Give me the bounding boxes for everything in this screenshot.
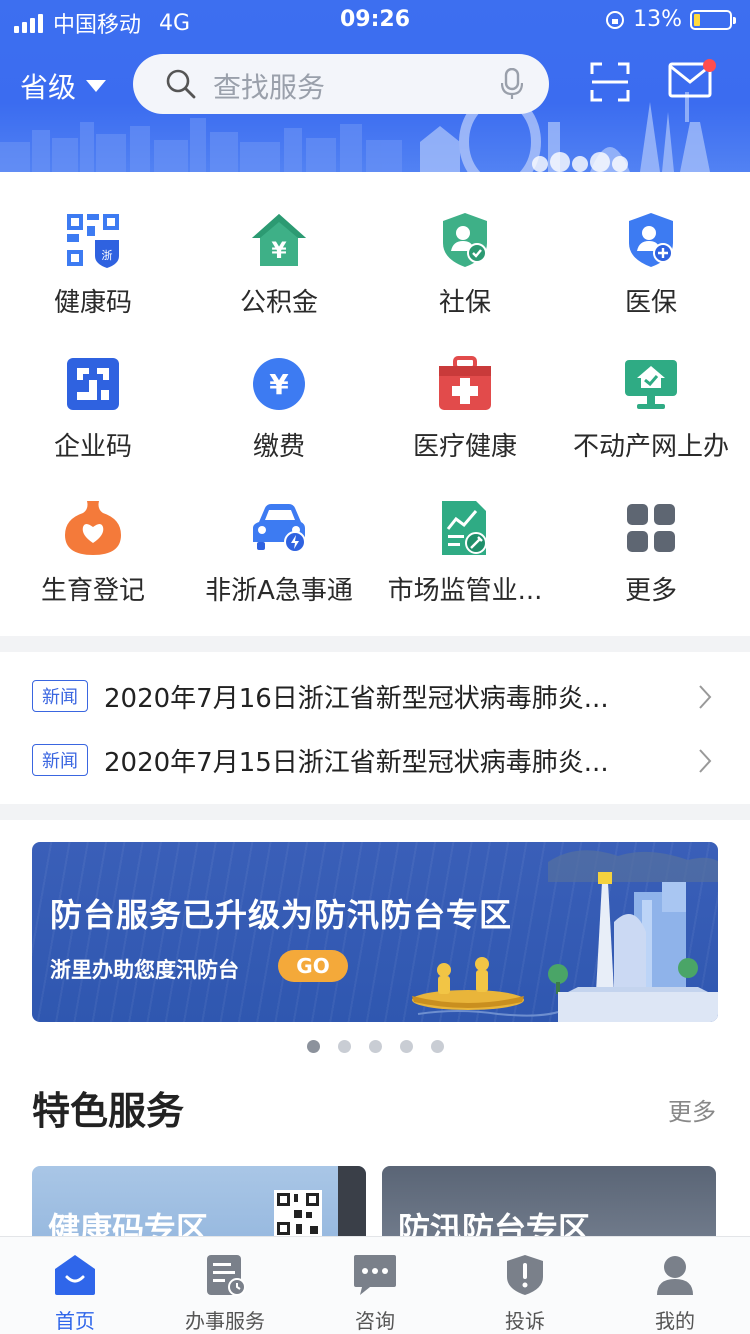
service-label: 非浙A急事通 <box>205 576 353 606</box>
service-social-security[interactable]: 社保 <box>372 210 558 354</box>
tab-services[interactable]: 办事服务 <box>150 1237 300 1334</box>
news-tag: 新闻 <box>32 680 88 712</box>
profile-icon <box>657 1256 693 1295</box>
enterprise-code-icon <box>67 358 119 410</box>
tab-label: 投诉 <box>505 1309 545 1333</box>
news-tag: 新闻 <box>32 744 88 776</box>
tab-home[interactable]: 首页 <box>0 1237 150 1334</box>
promo-banner[interactable]: 防台服务已升级为防汛防台专区 浙里办助您度汛防台 GO <box>32 842 718 1022</box>
region-label: 省级 <box>20 71 77 104</box>
banner-subtitle: 浙里办助您度汛防台 <box>50 958 239 982</box>
service-label: 公积金 <box>239 288 318 318</box>
chat-icon <box>354 1255 396 1295</box>
svg-text:¥: ¥ <box>271 239 287 264</box>
service-enterprise-code[interactable]: 企业码 <box>0 354 186 498</box>
home-icon <box>55 1255 95 1295</box>
service-label: 更多 <box>624 576 677 606</box>
news-title: 2020年7月15日浙江省新型冠状病毒肺炎... <box>104 747 609 778</box>
service-more[interactable]: 更多 <box>558 498 744 642</box>
service-label: 企业码 <box>53 432 132 462</box>
tab-mine[interactable]: 我的 <box>600 1237 750 1334</box>
tab-label: 首页 <box>55 1309 95 1333</box>
carousel-indicator <box>0 1040 750 1053</box>
scan-icon[interactable] <box>590 62 630 102</box>
real-estate-icon <box>625 360 677 409</box>
news-item[interactable]: 新闻 2020年7月16日浙江省新型冠状病毒肺炎... <box>32 676 722 716</box>
tab-consult[interactable]: 咨询 <box>300 1237 450 1334</box>
search-icon <box>166 69 196 99</box>
region-selector[interactable]: 省级 <box>20 66 107 106</box>
banner-go-button[interactable]: GO <box>278 950 348 982</box>
service-label: 市场监管业... <box>387 576 543 606</box>
search-bar[interactable]: 查找服务 <box>133 54 549 114</box>
bottom-tab-bar: 首页 办事服务 咨询 投诉 我的 <box>0 1236 750 1334</box>
carousel-dot[interactable] <box>306 1040 320 1053</box>
health-code-icon: 浙 <box>67 214 119 268</box>
carousel-dot[interactable] <box>368 1040 382 1053</box>
service-label: 不动产网上办 <box>572 432 729 462</box>
service-birth-registration[interactable]: 生育登记 <box>0 498 186 642</box>
chevron-right-icon <box>699 685 712 709</box>
car-icon <box>253 504 306 553</box>
service-label: 健康码 <box>53 288 132 318</box>
service-housing-fund[interactable]: ¥ 公积金 <box>186 210 372 354</box>
service-grid: 浙 健康码 ¥ 公积金 社保 医保 企业码 ¥ 缴费 医疗健康 不动产网上办 生… <box>0 210 750 642</box>
service-label: 医保 <box>624 288 677 318</box>
carousel-dot[interactable] <box>337 1040 351 1053</box>
news-panel: 新闻 2020年7月16日浙江省新型冠状病毒肺炎... 新闻 2020年7月15… <box>0 652 750 804</box>
news-title: 2020年7月16日浙江省新型冠状病毒肺炎... <box>104 683 609 714</box>
birth-registration-icon <box>65 501 121 555</box>
service-medical-health[interactable]: 医疗健康 <box>372 354 558 498</box>
battery-icon <box>690 9 736 30</box>
carousel-dot[interactable] <box>430 1040 444 1053</box>
service-grid-panel: 浙 健康码 ¥ 公积金 社保 医保 企业码 ¥ 缴费 医疗健康 不动产网上办 生… <box>0 172 750 636</box>
more-grid-icon <box>627 504 675 552</box>
tab-label: 咨询 <box>355 1309 395 1333</box>
service-non-zhejiang-car[interactable]: 非浙A急事通 <box>186 498 372 642</box>
carousel-dot[interactable] <box>399 1040 413 1053</box>
social-security-icon <box>443 213 487 267</box>
complaint-shield-icon <box>507 1255 543 1295</box>
svg-text:浙: 浙 <box>102 249 113 262</box>
status-bar: 中国移动 4G 09:26 13% <box>0 0 750 40</box>
svg-text:¥: ¥ <box>269 368 289 401</box>
banner-title: 防台服务已升级为防汛防台专区 <box>50 896 513 934</box>
service-real-estate[interactable]: 不动产网上办 <box>558 354 744 498</box>
rotation-lock-icon <box>606 10 625 29</box>
battery-percent: 13% <box>633 7 682 32</box>
service-label: 社保 <box>438 288 491 318</box>
microphone-icon[interactable] <box>501 68 523 100</box>
service-health-code[interactable]: 浙 健康码 <box>0 210 186 354</box>
service-doc-icon <box>207 1255 246 1296</box>
housing-fund-icon: ¥ <box>252 214 306 266</box>
notification-badge <box>703 59 716 72</box>
tab-label: 我的 <box>655 1309 695 1333</box>
medical-insurance-icon <box>629 213 673 267</box>
news-item[interactable]: 新闻 2020年7月15日浙江省新型冠状病毒肺炎... <box>32 740 722 780</box>
featured-more-link[interactable]: 更多 <box>668 1092 716 1127</box>
market-supervision-icon <box>442 501 487 555</box>
service-label: 缴费 <box>252 432 305 462</box>
service-label: 生育登记 <box>40 576 145 606</box>
service-market-supervision[interactable]: 市场监管业... <box>372 498 558 642</box>
payment-icon: ¥ <box>253 358 305 410</box>
chevron-right-icon <box>699 749 712 773</box>
service-payment[interactable]: ¥ 缴费 <box>186 354 372 498</box>
tab-label: 办事服务 <box>185 1309 265 1333</box>
qr-code-icon <box>274 1190 322 1238</box>
search-input[interactable]: 查找服务 <box>213 66 325 106</box>
featured-section-title: 特色服务 <box>32 1089 185 1133</box>
medical-kit-icon <box>439 356 491 410</box>
app-header: 中国移动 4G 09:26 13% 省级 查找服务 <box>0 0 750 172</box>
tab-complaint[interactable]: 投诉 <box>450 1237 600 1334</box>
service-label: 医疗健康 <box>412 432 517 462</box>
service-medical-insurance[interactable]: 医保 <box>558 210 744 354</box>
caret-down-icon <box>86 80 107 92</box>
